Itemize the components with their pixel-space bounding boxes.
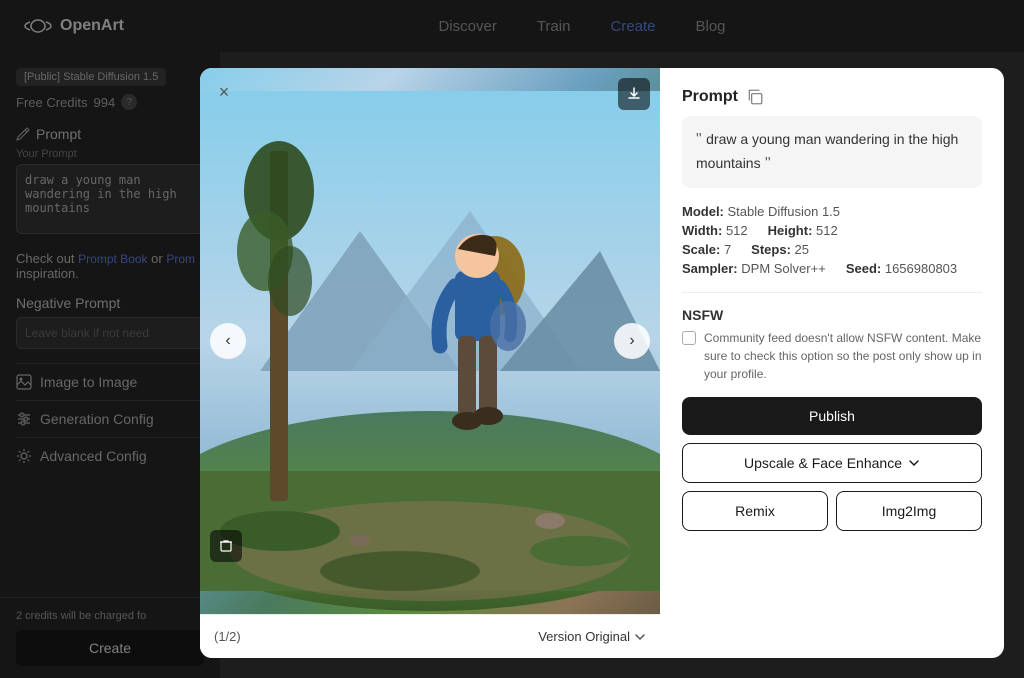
modal-body: ‹ › (1/2) Version Original Prompt bbox=[200, 68, 1004, 658]
upscale-label: Upscale & Face Enhance bbox=[744, 455, 902, 471]
right-prompt-label: Prompt bbox=[682, 88, 738, 106]
meta-row-dimensions: Width: 512 Height: 512 bbox=[682, 223, 982, 238]
download-button[interactable] bbox=[618, 78, 650, 110]
image-prev-button[interactable]: ‹ bbox=[210, 323, 246, 359]
width-meta: Width: 512 bbox=[682, 223, 748, 238]
version-label: Version Original bbox=[538, 629, 630, 644]
nsfw-row: Community feed doesn't allow NSFW conten… bbox=[682, 329, 982, 383]
meta-row-sampler-seed: Sampler: DPM Solver++ Seed: 1656980803 bbox=[682, 261, 982, 276]
prompt-header: Prompt bbox=[682, 88, 982, 106]
painting-svg bbox=[200, 68, 660, 614]
sampler-meta: Sampler: DPM Solver++ bbox=[682, 261, 826, 276]
bottom-button-row: Remix Img2Img bbox=[682, 491, 982, 531]
nsfw-title: NSFW bbox=[682, 307, 982, 323]
main-image bbox=[200, 68, 660, 614]
chevron-down-icon-upscale bbox=[908, 457, 920, 469]
meta-row-model: Model: Stable Diffusion 1.5 bbox=[682, 204, 982, 219]
seed-meta: Seed: 1656980803 bbox=[846, 261, 957, 276]
version-select[interactable]: Version Original bbox=[538, 629, 646, 644]
image-modal: × bbox=[200, 68, 1004, 658]
image-counter: (1/2) bbox=[214, 629, 241, 644]
copy-icon[interactable] bbox=[746, 88, 764, 106]
prompt-display-box: " draw a young man wandering in the high… bbox=[682, 116, 982, 188]
height-meta: Height: 512 bbox=[768, 223, 838, 238]
meta-row-scale-steps: Scale: 7 Steps: 25 bbox=[682, 242, 982, 257]
prompt-display-text: draw a young man wandering in the high m… bbox=[696, 131, 958, 171]
nsfw-checkbox[interactable] bbox=[682, 331, 696, 345]
image-footer: (1/2) Version Original bbox=[200, 614, 660, 658]
divider bbox=[682, 292, 982, 293]
delete-button[interactable] bbox=[210, 530, 242, 562]
upscale-button[interactable]: Upscale & Face Enhance bbox=[682, 443, 982, 483]
model-label: Model: Stable Diffusion 1.5 bbox=[682, 204, 840, 219]
trash-icon bbox=[219, 539, 233, 553]
image-section: ‹ › (1/2) Version Original bbox=[200, 68, 660, 658]
download-icon bbox=[626, 86, 642, 102]
nsfw-description: Community feed doesn't allow NSFW conten… bbox=[704, 329, 982, 383]
publish-button[interactable]: Publish bbox=[682, 397, 982, 435]
nsfw-section: NSFW Community feed doesn't allow NSFW c… bbox=[682, 307, 982, 383]
remix-button[interactable]: Remix bbox=[682, 491, 828, 531]
scale-meta: Scale: 7 bbox=[682, 242, 731, 257]
steps-meta: Steps: 25 bbox=[751, 242, 809, 257]
meta-section: Model: Stable Diffusion 1.5 Width: 512 H… bbox=[682, 204, 982, 276]
modal-close-button[interactable]: × bbox=[212, 80, 236, 104]
image-container: ‹ › bbox=[200, 68, 660, 614]
img2img-button[interactable]: Img2Img bbox=[836, 491, 982, 531]
right-panel: Prompt " draw a young man wandering in t… bbox=[660, 68, 1004, 658]
chevron-down-icon bbox=[634, 631, 646, 643]
image-next-button[interactable]: › bbox=[614, 323, 650, 359]
